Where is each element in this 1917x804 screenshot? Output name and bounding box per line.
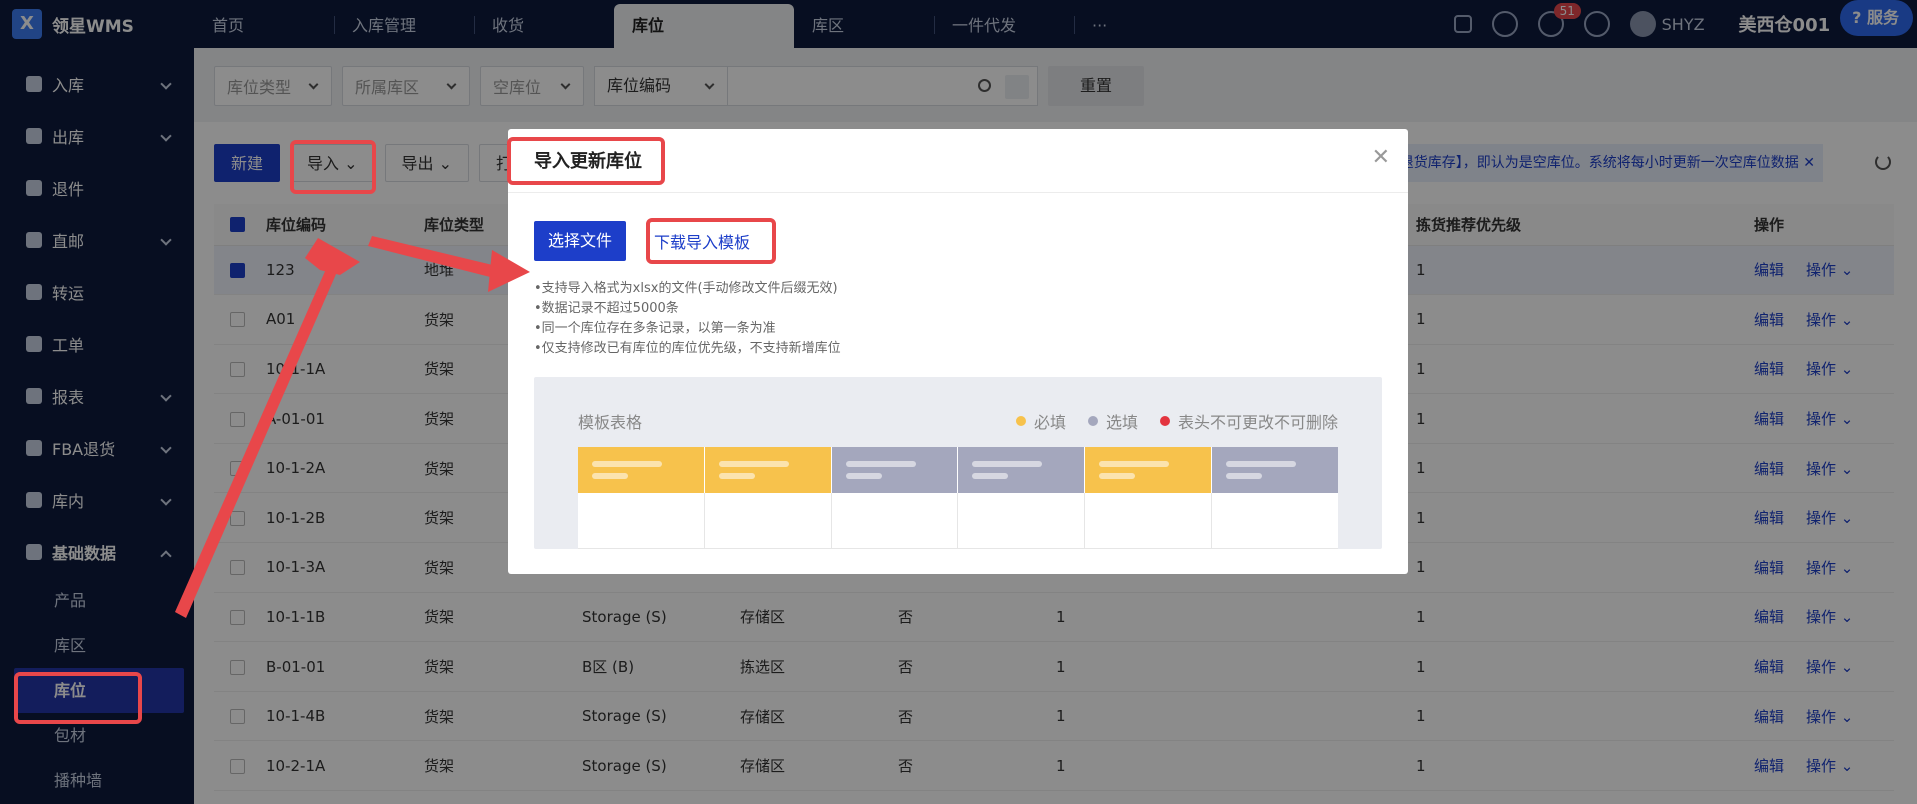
arrow-shaft-dialog [368, 236, 505, 280]
arrow-head-dialog [488, 250, 530, 292]
arrow-head-sidebar [305, 238, 360, 275]
annotation-arrows [175, 236, 530, 618]
arrow-shaft-sidebar [175, 260, 340, 618]
